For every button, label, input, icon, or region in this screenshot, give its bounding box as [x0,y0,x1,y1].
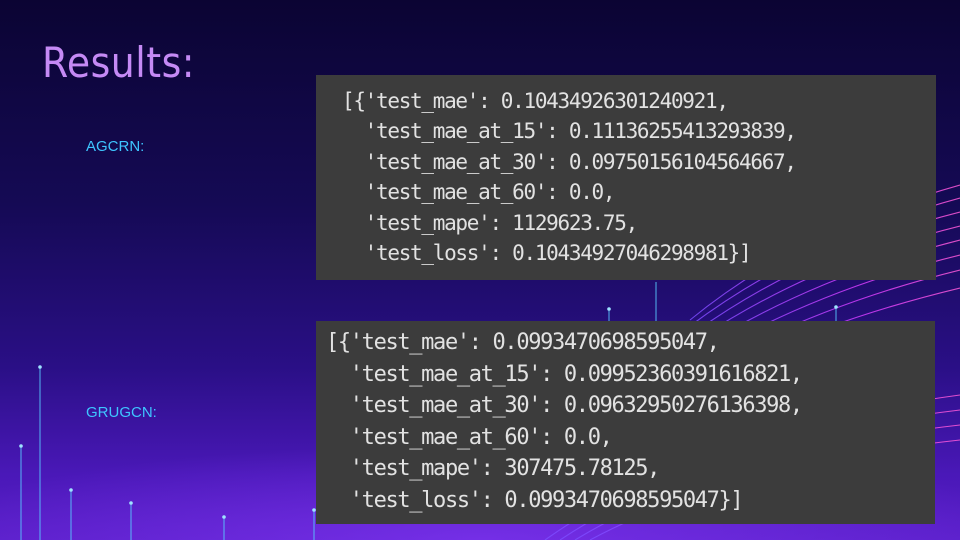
code-line: 'test_mape': 307475.78125, [326,456,661,482]
code-line: 'test_mae_at_60': 0.0, [326,424,613,450]
code-line: 'test_mae_at_30': 0.09750156104564667, [342,149,797,174]
code-line: 'test_mape': 1129623.75, [342,210,639,235]
code-line: 'test_mae_at_60': 0.0, [342,180,616,205]
agcrn-label: AGCRN: [86,138,145,155]
slide-title: Results: [42,38,195,87]
code-line: 'test_mae_at_15': 0.11136255413293839, [342,119,797,144]
code-line: 'test_loss': 0.0993470698595047}] [326,487,744,513]
agcrn-results-code: [{'test_mae': 0.10434926301240921, 'test… [316,75,936,280]
grugcn-label: GRUGCN: [86,404,157,421]
code-line: 'test_mae_at_30': 0.09632950276136398, [326,393,803,419]
code-line: [{'test_mae': 0.0993470698595047, [326,330,720,355]
code-line: 'test_loss': 0.10434927046298981}] [342,241,752,266]
code-line: 'test_mae_at_15': 0.09952360391616821, [326,361,803,387]
grugcn-results-code: [{'test_mae': 0.0993470698595047, 'test_… [316,321,935,524]
code-line: [{'test_mae': 0.10434926301240921, [342,89,729,113]
